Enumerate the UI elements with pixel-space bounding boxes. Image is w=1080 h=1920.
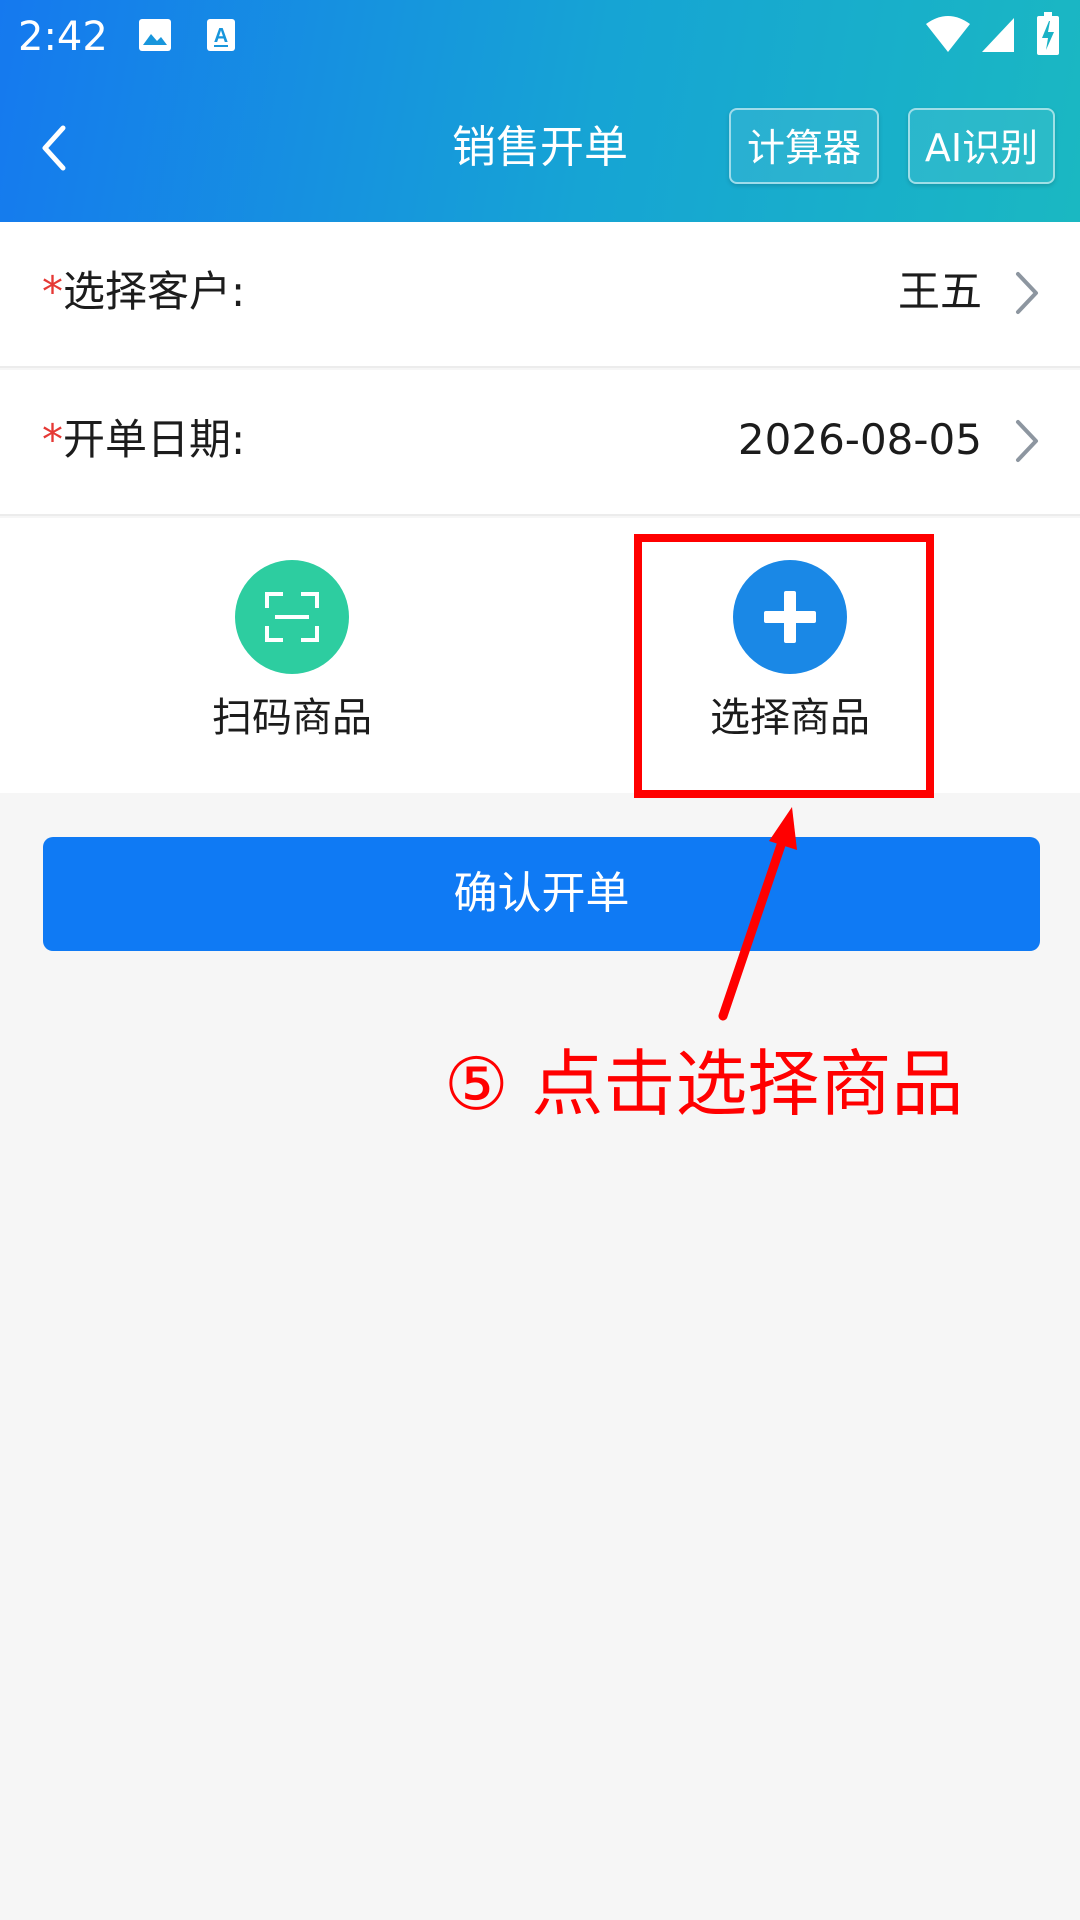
- scan-product-label: 扫码商品: [212, 695, 372, 741]
- customer-value: 王五: [897, 267, 982, 316]
- scan-product-button[interactable]: 扫码商品: [142, 518, 442, 793]
- cellular-signal-icon: [982, 18, 1014, 52]
- select-product-button[interactable]: 选择商品: [640, 518, 940, 793]
- page-title: 销售开单: [452, 122, 628, 173]
- header-background: 2:42 A 销售开单 计算器 AI识别: [0, 0, 1080, 222]
- confirm-order-button[interactable]: 确认开单: [43, 837, 1040, 951]
- required-mark: *: [42, 267, 63, 316]
- chevron-left-icon: [42, 125, 66, 171]
- ai-recognition-button[interactable]: AI识别: [908, 108, 1055, 184]
- wifi-icon: [926, 16, 970, 52]
- back-button[interactable]: [24, 110, 84, 186]
- customer-select-row[interactable]: *选择客户: 王五: [0, 222, 1080, 368]
- status-bar: 2:42 A: [0, 0, 1080, 74]
- customer-label-text: 选择客户:: [63, 267, 246, 316]
- svg-text:A: A: [214, 25, 228, 47]
- date-label-text: 开单日期:: [63, 415, 246, 464]
- title-bar: 销售开单 计算器 AI识别: [0, 74, 1080, 222]
- status-time: 2:42: [18, 14, 108, 60]
- font-download-icon: A: [207, 19, 235, 51]
- calculator-button[interactable]: 计算器: [729, 108, 879, 184]
- chevron-right-icon: [1016, 272, 1038, 314]
- required-mark: *: [42, 415, 63, 464]
- customer-label: *选择客户:: [42, 262, 245, 322]
- date-label: *开单日期:: [42, 410, 245, 470]
- image-icon: [139, 19, 171, 51]
- annotation-text: ⑤ 点击选择商品: [444, 1042, 964, 1126]
- product-actions: 扫码商品 选择商品: [0, 518, 1080, 793]
- scan-frame-icon: [235, 560, 349, 674]
- select-product-label: 选择商品: [710, 695, 870, 741]
- battery-charging-icon: [1037, 12, 1059, 55]
- order-date-row[interactable]: *开单日期: 2026-08-05: [0, 370, 1080, 516]
- chevron-right-icon: [1016, 420, 1038, 462]
- plus-icon: [733, 560, 847, 674]
- date-value: 2026-08-05: [737, 415, 982, 464]
